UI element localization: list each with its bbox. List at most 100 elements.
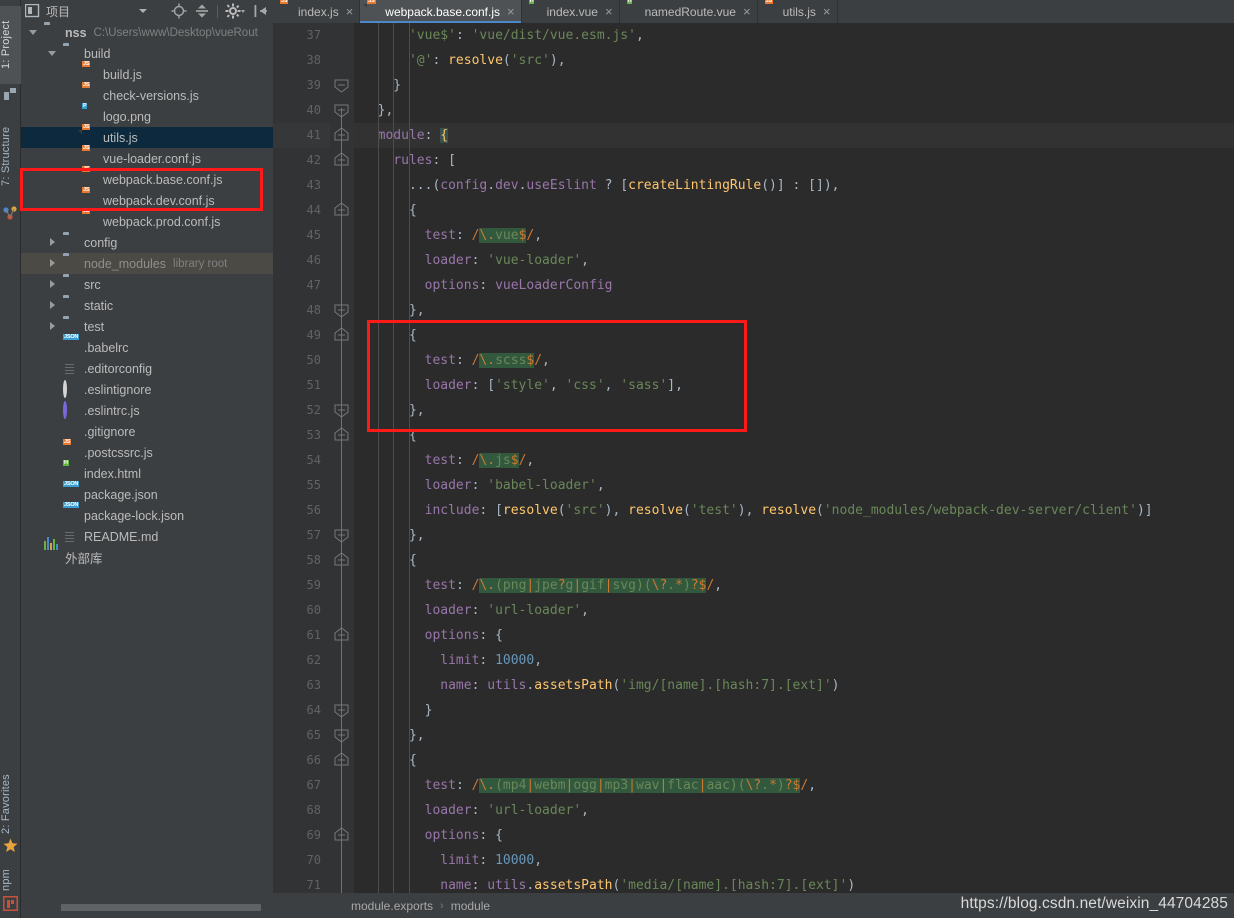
code-line[interactable]: } xyxy=(354,698,1234,723)
tree-row-src[interactable]: src xyxy=(21,274,273,295)
fold-marker[interactable] xyxy=(334,327,349,341)
gear-icon[interactable] xyxy=(225,3,246,19)
editor-tab-utils-js[interactable]: JS utils.js × xyxy=(758,0,838,23)
locate-icon[interactable] xyxy=(171,3,187,19)
tree-row--editorconfig[interactable]: .editorconfig xyxy=(21,358,273,379)
fold-marker[interactable] xyxy=(334,127,349,141)
code-line[interactable]: test: /\.scss$/, xyxy=(354,348,1234,373)
code-line[interactable]: loader: 'vue-loader', xyxy=(354,248,1234,273)
close-icon[interactable]: × xyxy=(823,5,831,18)
code-line[interactable]: limit: 10000, xyxy=(354,848,1234,873)
code-line[interactable]: ...(config.dev.useEslint ? [createLintin… xyxy=(354,173,1234,198)
code-line[interactable]: '@': resolve('src'), xyxy=(354,48,1234,73)
tree-row-vue-loader-conf-js[interactable]: JS vue-loader.conf.js xyxy=(21,144,273,169)
fold-marker[interactable] xyxy=(334,704,349,718)
close-icon[interactable]: × xyxy=(346,5,354,18)
tree-row--gitignore[interactable]: .gitignore xyxy=(21,421,273,442)
project-file-tree[interactable]: nss C:\Users\www\Desktop\vueRout build JS bu… xyxy=(21,22,273,895)
tool-tab-structure[interactable]: 7: Structure xyxy=(0,110,21,202)
tree-row-check-versions-js[interactable]: JS check-versions.js xyxy=(21,81,273,106)
code-folding-column[interactable] xyxy=(330,23,354,893)
code-line[interactable]: }, xyxy=(354,523,1234,548)
tree-row-package-json[interactable]: JSON package.json xyxy=(21,480,273,505)
code-line[interactable]: module: { xyxy=(354,123,1234,148)
hide-panel-icon[interactable] xyxy=(253,3,269,19)
editor-tab-webpack-base-conf-js[interactable]: JS webpack.base.conf.js × xyxy=(360,0,522,23)
code-line[interactable]: options: { xyxy=(354,823,1234,848)
fold-marker[interactable] xyxy=(334,552,349,566)
fold-marker[interactable] xyxy=(334,152,349,166)
close-icon[interactable]: × xyxy=(507,5,515,18)
tool-tab-favorites[interactable]: 2: Favorites xyxy=(0,760,21,848)
fold-marker[interactable] xyxy=(334,404,349,418)
code-line[interactable]: name: utils.assetsPath('img/[name].[hash… xyxy=(354,673,1234,698)
chevron-right-icon[interactable] xyxy=(48,300,59,311)
code-line[interactable]: } xyxy=(354,73,1234,98)
tree-row-nss[interactable]: nss C:\Users\www\Desktop\vueRout xyxy=(21,22,273,43)
close-icon[interactable]: × xyxy=(605,5,613,18)
chevron-right-icon[interactable] xyxy=(48,258,59,269)
fold-marker[interactable] xyxy=(334,427,349,441)
tree-row-config[interactable]: config xyxy=(21,232,273,253)
code-viewport[interactable]: 37 38 39 40 41 42 43 44 45 46 47 48 49 50 51 52 53 54 55 56… xyxy=(273,23,1234,893)
fold-marker[interactable] xyxy=(334,202,349,216)
close-icon[interactable]: × xyxy=(743,5,751,18)
code-line[interactable]: }, xyxy=(354,723,1234,748)
code-line[interactable]: { xyxy=(354,423,1234,448)
code-line[interactable]: loader: ['style', 'css', 'sass'], xyxy=(354,373,1234,398)
tree-row-utils-js[interactable]: JS utils.js xyxy=(21,123,273,148)
code-line[interactable]: test: /\.vue$/, xyxy=(354,223,1234,248)
fold-marker[interactable] xyxy=(334,627,349,641)
tree-row-webpack-base-conf-js[interactable]: JS webpack.base.conf.js xyxy=(21,165,273,190)
chevron-down-icon[interactable] xyxy=(48,48,59,59)
chevron-right-icon[interactable] xyxy=(48,321,59,332)
tree-row-webpack-dev-conf-js[interactable]: JS webpack.dev.conf.js xyxy=(21,186,273,211)
project-panel-hscrollbar[interactable] xyxy=(21,895,273,918)
tree-row-build[interactable]: build xyxy=(21,43,273,64)
editor-tab-index-vue[interactable]: Hindex.vue × xyxy=(522,0,620,23)
code-text[interactable]: 'vue$': 'vue/dist/vue.esm.js', '@': reso… xyxy=(354,23,1234,893)
tool-tab-project[interactable]: 1: Project xyxy=(0,6,21,84)
tree-row--babelrc[interactable]: JSON .babelrc xyxy=(21,333,273,358)
fold-marker[interactable] xyxy=(334,752,349,766)
tree-row-test[interactable]: test xyxy=(21,316,273,337)
code-line[interactable]: limit: 10000, xyxy=(354,648,1234,673)
chevron-down-icon[interactable] xyxy=(29,27,40,38)
tree-row-readme-md[interactable]: README.md xyxy=(21,526,273,547)
code-line[interactable]: loader: 'babel-loader', xyxy=(354,473,1234,498)
tree-row-static[interactable]: static xyxy=(21,295,273,316)
tree-row-node-modules[interactable]: node_modules library root xyxy=(21,253,273,274)
tree-row-index-html[interactable]: Hindex.html xyxy=(21,459,273,484)
fold-marker[interactable] xyxy=(334,304,349,318)
chevron-down-icon[interactable] xyxy=(139,9,147,13)
tree-row-package-lock-json[interactable]: JSON package-lock.json xyxy=(21,501,273,526)
code-line[interactable]: loader: 'url-loader', xyxy=(354,798,1234,823)
code-line[interactable]: test: /\.(mp4|webm|ogg|mp3|wav|flac|aac)… xyxy=(354,773,1234,798)
code-line[interactable]: }, xyxy=(354,298,1234,323)
code-line[interactable]: include: [resolve('src'), resolve('test'… xyxy=(354,498,1234,523)
fold-marker[interactable] xyxy=(334,79,349,93)
code-line[interactable]: }, xyxy=(354,98,1234,123)
tree-row-logo-png[interactable]: Plogo.png xyxy=(21,102,273,127)
editor-tab-bar[interactable]: JS index.js × JS webpack.base.conf.js × Hindex… xyxy=(273,0,1234,23)
fold-marker[interactable] xyxy=(334,729,349,743)
code-line[interactable]: 'vue$': 'vue/dist/vue.esm.js', xyxy=(354,23,1234,48)
tree-row--postcssrc-js[interactable]: JS .postcssrc.js xyxy=(21,438,273,463)
code-line[interactable]: test: /\.(png|jpe?g|gif|svg)(\?.*)?$/, xyxy=(354,573,1234,598)
code-line[interactable]: { xyxy=(354,748,1234,773)
tree-row--eslintignore[interactable]: .eslintignore xyxy=(21,379,273,400)
code-line[interactable]: options: vueLoaderConfig xyxy=(354,273,1234,298)
code-line[interactable]: rules: [ xyxy=(354,148,1234,173)
code-line[interactable]: test: /\.js$/, xyxy=(354,448,1234,473)
chevron-right-icon[interactable] xyxy=(48,279,59,290)
fold-marker[interactable] xyxy=(334,104,349,118)
tree-row--[interactable]: 外部库 xyxy=(21,536,273,568)
chevron-right-icon[interactable] xyxy=(48,237,59,248)
code-line[interactable]: { xyxy=(354,323,1234,348)
tree-row-webpack-prod-conf-js[interactable]: JS webpack.prod.conf.js xyxy=(21,207,273,232)
code-line[interactable]: name: utils.assetsPath('media/[name].[ha… xyxy=(354,873,1234,893)
scrollbar-thumb[interactable] xyxy=(61,904,261,911)
collapse-all-icon[interactable] xyxy=(194,3,210,19)
code-line[interactable]: options: { xyxy=(354,623,1234,648)
tree-row-build-js[interactable]: JS build.js xyxy=(21,60,273,85)
